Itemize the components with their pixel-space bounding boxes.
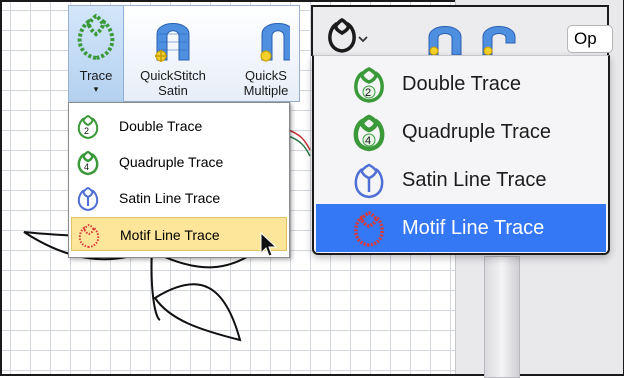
double-trace-badge: 2 — [84, 126, 89, 136]
double-trace-badge: 2 — [365, 87, 371, 99]
menu-item-label: Double Trace — [402, 73, 521, 95]
double-trace-icon: 2 — [354, 67, 384, 103]
menu-item-label: Motif Line Trace — [120, 227, 220, 243]
quadruple-trace-icon: 4 — [353, 114, 385, 152]
menu-item-double-trace[interactable]: 2 Double Trace — [316, 60, 606, 108]
quickstitch-multiple-label-line1: QuickS — [245, 68, 287, 83]
quickstitch-satin-label-line2: Satin — [158, 83, 188, 98]
options-button[interactable]: Op — [567, 25, 613, 53]
menu-item-label: Motif Line Trace — [402, 217, 545, 239]
quadruple-trace-badge: 4 — [365, 135, 371, 147]
motif-line-trace-icon — [78, 223, 100, 249]
menu-item-label: Satin Line Trace — [119, 190, 221, 206]
menu-item-double-trace[interactable]: 2 Double Trace — [71, 109, 287, 143]
quickstitch-multiple-label-line2: Multiple — [243, 83, 289, 98]
trace-label: Trace — [79, 68, 113, 83]
trace-icon — [77, 13, 115, 61]
quickstitch-satin-button[interactable]: QuickStitch Satin — [129, 6, 217, 102]
trace-dropdown-menu: 2 Double Trace 4 Quadruple Trace Satin L… — [68, 102, 290, 258]
quadruple-trace-badge: 4 — [84, 162, 89, 172]
quadruple-trace-icon: 4 — [77, 150, 99, 176]
menu-item-satin-line-trace[interactable]: Satin Line Trace — [71, 181, 287, 215]
quickstitch-multiple-button[interactable]: QuickS Multiple — [221, 6, 311, 102]
menu-item-satin-line-trace[interactable]: Satin Line Trace — [316, 156, 606, 204]
menu-item-quadruple-trace[interactable]: 4 Quadruple Trace — [316, 108, 606, 156]
satin-line-trace-icon — [77, 186, 99, 212]
menu-item-label: Satin Line Trace — [402, 169, 547, 191]
menu-item-label: Double Trace — [119, 118, 203, 134]
quickstitch-satin-label-line1: QuickStitch — [140, 68, 206, 83]
menu-item-quadruple-trace[interactable]: 4 Quadruple Trace — [71, 145, 287, 179]
quickstitch-multiple-icon — [260, 23, 290, 62]
mac-toolbar: Op — [311, 5, 613, 56]
trace-icon[interactable] — [325, 17, 371, 55]
ribbon-panel: Trace ▾ QuickStitch Satin QuickS Multipl… — [68, 5, 300, 102]
trace-dropdown-button[interactable]: Trace ▾ — [69, 6, 124, 102]
quickstitch-multiple-icon[interactable] — [479, 19, 519, 55]
chevron-down-icon: ▾ — [93, 84, 99, 94]
satin-line-trace-icon — [354, 163, 384, 199]
double-trace-icon: 2 — [77, 114, 99, 140]
menu-item-label: Quadruple Trace — [119, 154, 224, 170]
menu-item-motif-line-trace[interactable]: Motif Line Trace — [316, 204, 606, 252]
quickstitch-satin-icon — [155, 23, 190, 62]
motif-line-trace-icon — [354, 211, 384, 247]
quickstitch-satin-icon[interactable] — [425, 19, 465, 55]
menu-item-label: Quadruple Trace — [402, 121, 551, 143]
trace-popup-menu: 2 Double Trace 4 Quadruple Trace Satin L… — [312, 55, 610, 255]
mouse-pointer-icon — [260, 232, 278, 257]
menu-item-motif-line-trace[interactable]: Motif Line Trace — [71, 217, 287, 251]
